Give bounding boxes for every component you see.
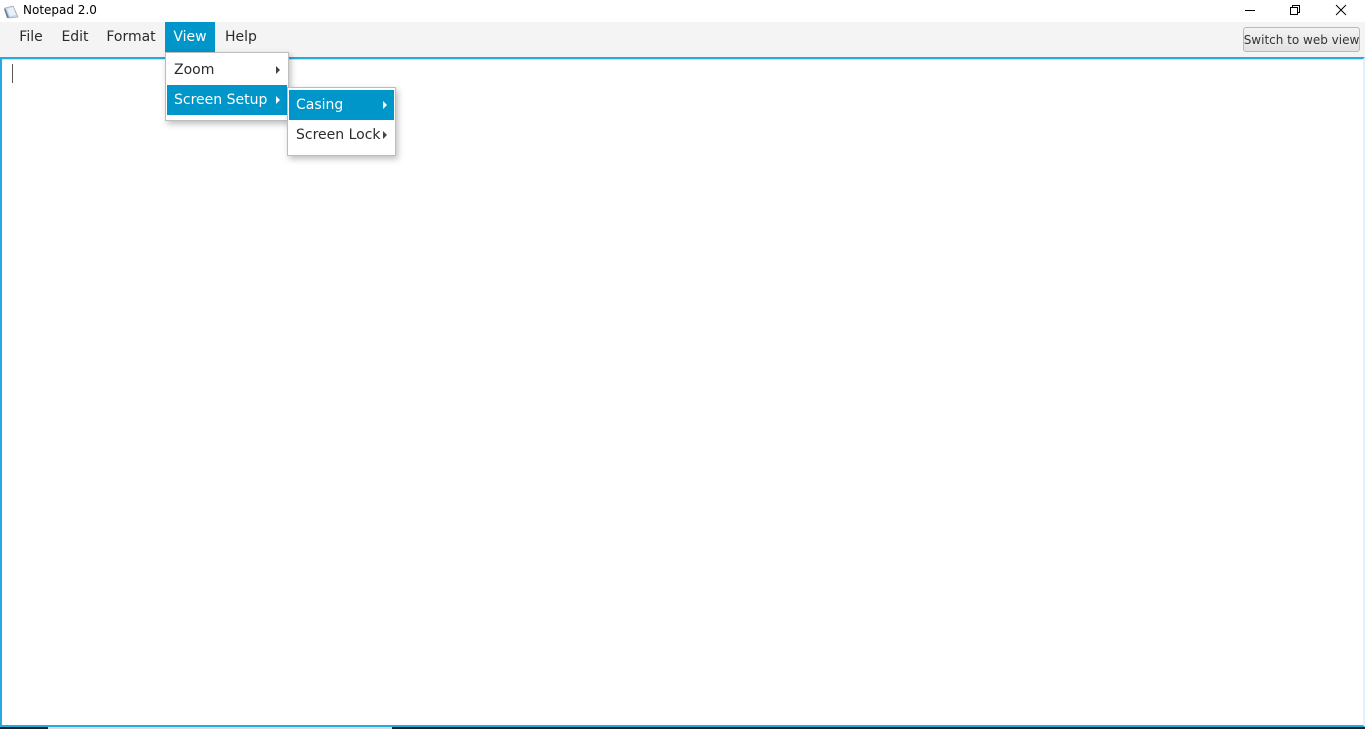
submenu-arrow-icon: [383, 101, 387, 109]
close-icon: [1335, 1, 1347, 20]
switch-to-web-view-button[interactable]: Switch to web view: [1243, 27, 1360, 52]
minimize-icon: [1244, 1, 1256, 20]
text-editor[interactable]: [0, 57, 1365, 727]
menu-view[interactable]: View: [165, 22, 215, 52]
menu-item-label: Zoom: [174, 62, 215, 78]
editor-content[interactable]: [2, 59, 1363, 725]
menu-item-label: Screen Setup: [174, 92, 268, 108]
menu-file[interactable]: File: [10, 22, 52, 52]
screen-setup-item-screen-lock[interactable]: Screen Lock: [289, 120, 394, 150]
notepad-app-icon: [4, 4, 19, 19]
app-window: Notepad 2.0 File Edit Format View Help S…: [0, 0, 1365, 729]
submenu-arrow-icon: [276, 96, 280, 104]
submenu-arrow-icon: [276, 66, 280, 74]
menu-format[interactable]: Format: [100, 22, 162, 52]
menu-edit[interactable]: Edit: [55, 22, 95, 52]
restore-icon: [1289, 1, 1301, 20]
submenu-arrow-icon: [383, 131, 387, 139]
text-caret: [12, 64, 13, 83]
restore-button[interactable]: [1272, 0, 1318, 21]
screen-setup-submenu: Casing Screen Lock: [287, 87, 396, 156]
menu-help[interactable]: Help: [218, 22, 264, 52]
window-title: Notepad 2.0: [23, 3, 97, 17]
close-button[interactable]: [1318, 0, 1364, 21]
title-bar: Notepad 2.0: [0, 0, 1365, 22]
view-menu-item-zoom[interactable]: Zoom: [167, 55, 287, 85]
menu-item-label: Screen Lock: [296, 127, 381, 143]
view-menu-item-screen-setup[interactable]: Screen Setup: [167, 85, 287, 115]
menu-item-label: Casing: [296, 97, 344, 113]
view-menu-dropdown: Zoom Screen Setup: [165, 52, 289, 121]
minimize-button[interactable]: [1227, 0, 1273, 21]
screen-setup-item-casing[interactable]: Casing: [289, 90, 394, 120]
